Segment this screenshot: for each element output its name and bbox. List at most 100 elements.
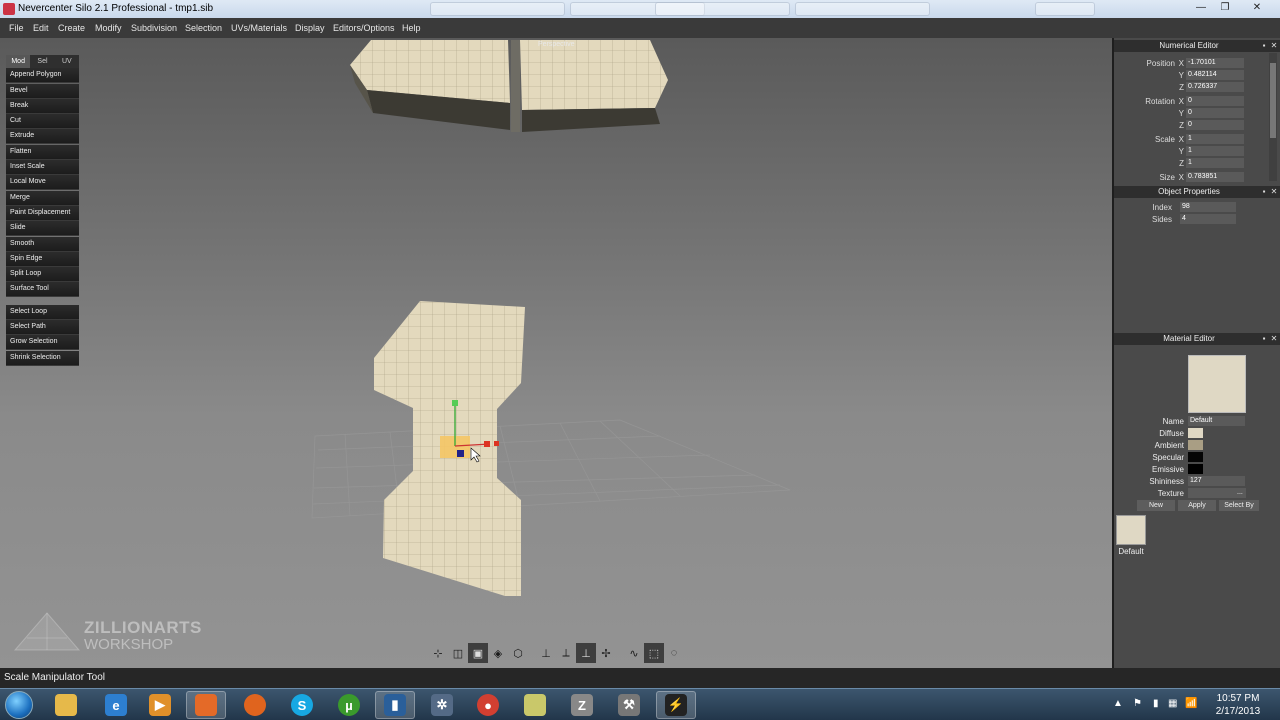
menu-selection[interactable]: Selection bbox=[185, 23, 222, 33]
app-icon[interactable]: ▮ bbox=[375, 691, 415, 719]
rotate-manipulator-icon[interactable]: ⟂ bbox=[556, 643, 576, 663]
menu-editors-options[interactable]: Editors/Options bbox=[333, 23, 395, 33]
close-icon[interactable]: ✕ bbox=[1270, 188, 1278, 196]
texture-browse-button[interactable]: ... bbox=[1236, 488, 1246, 498]
tab-uv[interactable]: UV bbox=[55, 55, 79, 68]
start-button[interactable] bbox=[5, 691, 33, 719]
merge-button[interactable]: Merge bbox=[6, 190, 79, 206]
paint-select-icon[interactable]: ◌ bbox=[664, 643, 684, 663]
append-polygon-button[interactable]: Append Polygon bbox=[6, 68, 79, 84]
select-path-button[interactable]: Select Path bbox=[6, 320, 79, 336]
paint-displacement-button[interactable]: Paint Displacement bbox=[6, 205, 79, 221]
maximize-button[interactable]: ❐ bbox=[1214, 1, 1236, 16]
extrude-button[interactable]: Extrude bbox=[6, 129, 79, 145]
firefox-icon[interactable] bbox=[235, 691, 275, 719]
solid-mode-icon[interactable]: ▣ bbox=[468, 643, 488, 663]
numerical-editor-scrollbar[interactable] bbox=[1269, 53, 1277, 181]
scrollbar-thumb[interactable] bbox=[1270, 63, 1276, 138]
menu-help[interactable]: Help bbox=[402, 23, 421, 33]
grow-selection-button[interactable]: Grow Selection bbox=[6, 335, 79, 351]
close-button[interactable]: ✕ bbox=[1246, 1, 1268, 16]
perspective-viewport[interactable]: Perspective bbox=[0, 38, 1112, 668]
wifi-icon[interactable]: 📶 bbox=[1185, 698, 1197, 709]
rect-select-icon[interactable]: ⬚ bbox=[644, 643, 664, 663]
tab-sel[interactable]: Sel bbox=[30, 55, 54, 68]
smooth-button[interactable]: Smooth bbox=[6, 236, 79, 252]
settings-icon[interactable]: ✲ bbox=[422, 691, 462, 719]
index-field[interactable]: 98 bbox=[1180, 202, 1236, 212]
position-y-field[interactable]: 0.482114 bbox=[1186, 70, 1244, 80]
flatten-button[interactable]: Flatten bbox=[6, 144, 79, 160]
float-icon[interactable]: ▪ bbox=[1260, 42, 1268, 50]
float-icon[interactable]: ▪ bbox=[1260, 188, 1268, 196]
material-thumbnail[interactable] bbox=[1116, 515, 1146, 545]
wire-mode-icon[interactable]: ⬡ bbox=[508, 643, 528, 663]
cut-button[interactable]: Cut bbox=[6, 114, 79, 130]
emissive-color-swatch[interactable] bbox=[1188, 464, 1203, 474]
explorer-icon[interactable] bbox=[46, 691, 86, 719]
tab-mod[interactable]: Mod bbox=[6, 55, 31, 68]
specular-color-swatch[interactable] bbox=[1188, 452, 1203, 462]
select-loop-button[interactable]: Select Loop bbox=[6, 304, 79, 320]
silo-icon[interactable]: ⚡ bbox=[656, 691, 696, 719]
material-new-button[interactable]: New bbox=[1137, 500, 1175, 511]
ambient-color-swatch[interactable] bbox=[1188, 440, 1203, 450]
taskbar-clock[interactable]: 10:57 PM 2/17/2013 bbox=[1208, 692, 1268, 718]
shrink-selection-button[interactable]: Shrink Selection bbox=[6, 350, 79, 366]
menu-file[interactable]: File bbox=[9, 23, 24, 33]
move-manipulator-icon[interactable]: ⊥ bbox=[536, 643, 556, 663]
scale-x-field[interactable]: 1 bbox=[1186, 134, 1244, 144]
media-player-icon[interactable]: ▶ bbox=[140, 691, 180, 719]
break-button[interactable]: Break bbox=[6, 98, 79, 114]
rotation-y-field[interactable]: 0 bbox=[1186, 108, 1244, 118]
split-loop-button[interactable]: Split Loop bbox=[6, 267, 79, 283]
inset-scale-button[interactable]: Inset Scale bbox=[6, 160, 79, 176]
tray-expand-icon[interactable]: ▲ bbox=[1113, 698, 1123, 709]
scale-z-field[interactable]: 1 bbox=[1186, 158, 1244, 168]
menu-edit[interactable]: Edit bbox=[33, 23, 49, 33]
battery-icon[interactable]: ▮ bbox=[1153, 698, 1159, 709]
scale-manipulator-icon[interactable]: ⊥ bbox=[576, 643, 596, 663]
diffuse-color-swatch[interactable] bbox=[1188, 428, 1203, 438]
ie-icon[interactable]: e bbox=[96, 691, 136, 719]
face-mode-icon[interactable]: ◫ bbox=[448, 643, 468, 663]
size-x-field[interactable]: 0.783851 bbox=[1186, 172, 1244, 182]
local-move-button[interactable]: Local Move bbox=[6, 175, 79, 191]
network-icon[interactable]: ▦ bbox=[1168, 698, 1177, 709]
surface-tool-button[interactable]: Surface Tool bbox=[6, 282, 79, 298]
slide-button[interactable]: Slide bbox=[6, 221, 79, 237]
menu-display[interactable]: Display bbox=[295, 23, 325, 33]
scale-y-field[interactable]: 1 bbox=[1186, 146, 1244, 156]
action-center-icon[interactable]: ⚑ bbox=[1133, 698, 1142, 709]
sides-field[interactable]: 4 bbox=[1180, 214, 1236, 224]
skype-icon[interactable]: S bbox=[282, 691, 322, 719]
minimize-button[interactable]: — bbox=[1190, 1, 1212, 16]
rotation-x-field[interactable]: 0 bbox=[1186, 96, 1244, 106]
universal-manipulator-icon[interactable]: ✢ bbox=[596, 643, 616, 663]
shininess-field[interactable]: 127 bbox=[1188, 476, 1245, 486]
menu-uvs-materials[interactable]: UVs/Materials bbox=[231, 23, 287, 33]
close-icon[interactable]: ✕ bbox=[1270, 42, 1278, 50]
position-x-field[interactable]: -1.70101 bbox=[1186, 58, 1244, 68]
rotation-z-field[interactable]: 0 bbox=[1186, 120, 1244, 130]
chrome-icon[interactable]: ● bbox=[468, 691, 508, 719]
material-name-field[interactable]: Default bbox=[1188, 416, 1245, 426]
app-icon[interactable] bbox=[186, 691, 226, 719]
notes-icon[interactable] bbox=[515, 691, 555, 719]
scene-canvas[interactable] bbox=[0, 38, 1112, 668]
spin-edge-button[interactable]: Spin Edge bbox=[6, 251, 79, 267]
menu-create[interactable]: Create bbox=[58, 23, 85, 33]
position-z-field[interactable]: 0.726337 bbox=[1186, 82, 1244, 92]
float-icon[interactable]: ▪ bbox=[1260, 335, 1268, 343]
vertex-mode-icon[interactable]: ◈ bbox=[488, 643, 508, 663]
tools-icon[interactable]: ⚒ bbox=[609, 691, 649, 719]
close-icon[interactable]: ✕ bbox=[1270, 335, 1278, 343]
utorrent-icon[interactable]: µ bbox=[329, 691, 369, 719]
material-apply-button[interactable]: Apply bbox=[1178, 500, 1216, 511]
lasso-select-icon[interactable]: ∿ bbox=[624, 643, 644, 663]
object-mode-icon[interactable]: ⊹ bbox=[428, 643, 448, 663]
material-select-by-button[interactable]: Select By bbox=[1219, 500, 1259, 511]
bevel-button[interactable]: Bevel bbox=[6, 83, 79, 99]
menu-modify[interactable]: Modify bbox=[95, 23, 122, 33]
zbrush-icon[interactable]: Z bbox=[562, 691, 602, 719]
